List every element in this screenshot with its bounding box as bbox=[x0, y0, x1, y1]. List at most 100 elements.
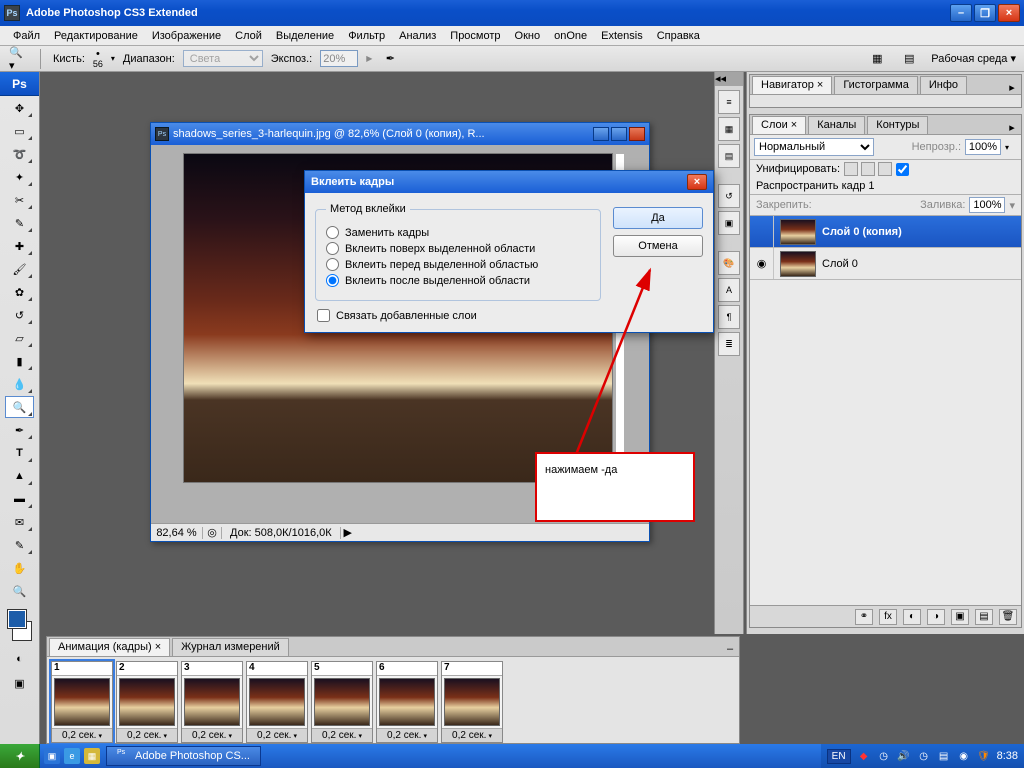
animation-frame[interactable]: 6 0,2 сек.▾ bbox=[376, 661, 438, 743]
frame-delay[interactable]: 0,2 сек.▾ bbox=[377, 728, 437, 742]
dialog-titlebar[interactable]: Вклеить кадры × bbox=[305, 171, 713, 193]
layer-mask-icon[interactable]: ◐ bbox=[903, 609, 921, 625]
layer-name[interactable]: Слой 0 bbox=[822, 258, 858, 270]
shape-tool[interactable]: ▬ bbox=[5, 488, 34, 510]
layer-visibility-toggle[interactable]: ◉ bbox=[750, 248, 774, 279]
animation-frame[interactable]: 2 0,2 сек.▾ bbox=[116, 661, 178, 743]
animation-frame[interactable]: 3 0,2 сек.▾ bbox=[181, 661, 243, 743]
tab-info[interactable]: Инфо bbox=[920, 76, 967, 94]
minimize-button[interactable]: – bbox=[950, 4, 972, 22]
marquee-tool[interactable]: ▭ bbox=[5, 120, 34, 142]
tray-icon[interactable]: ◉ bbox=[957, 749, 971, 763]
animation-frame[interactable]: 4 0,2 сек.▾ bbox=[246, 661, 308, 743]
menu-extensis[interactable]: Extensis bbox=[594, 30, 650, 42]
zoom-level[interactable]: 82,64 % bbox=[151, 527, 203, 539]
tab-paths[interactable]: Контуры bbox=[867, 116, 928, 134]
tray-shield-icon[interactable]: 🛡 bbox=[977, 749, 991, 763]
hand-tool[interactable]: ✋ bbox=[5, 557, 34, 579]
workspace-switcher-icon[interactable]: ▤ bbox=[899, 49, 919, 69]
brush-tool[interactable]: 🖌 bbox=[5, 258, 34, 280]
menu-analysis[interactable]: Анализ bbox=[392, 30, 443, 42]
animation-menu-icon[interactable]: – bbox=[723, 642, 737, 656]
layer-thumbnail[interactable] bbox=[780, 251, 816, 277]
new-layer-icon[interactable]: ▤ bbox=[975, 609, 993, 625]
tab-measurement-log[interactable]: Журнал измерений bbox=[172, 638, 289, 656]
type-tool[interactable]: T bbox=[5, 442, 34, 464]
maximize-button[interactable]: ❐ bbox=[974, 4, 996, 22]
tab-histogram[interactable]: Гистограмма bbox=[834, 76, 918, 94]
tray-icon[interactable]: ◆ bbox=[857, 749, 871, 763]
menu-layer[interactable]: Слой bbox=[228, 30, 269, 42]
clone-stamp-tool[interactable]: ✿ bbox=[5, 281, 34, 303]
frame-delay[interactable]: 0,2 сек.▾ bbox=[117, 728, 177, 742]
layers-panel-menu-icon[interactable]: ▸ bbox=[1005, 120, 1019, 134]
menu-file[interactable]: Файл bbox=[6, 30, 47, 42]
quicklaunch-ie-icon[interactable]: e bbox=[64, 748, 80, 764]
radio-paste-over[interactable] bbox=[326, 242, 339, 255]
frame-delay[interactable]: 0,2 сек.▾ bbox=[247, 728, 307, 742]
start-button[interactable]: ✦ bbox=[0, 744, 40, 768]
menu-filter[interactable]: Фильтр bbox=[341, 30, 392, 42]
animation-frame[interactable]: 7 0,2 сек.▾ bbox=[441, 661, 503, 743]
opacity-arrow-icon[interactable]: ▾ bbox=[1005, 143, 1017, 152]
language-indicator[interactable]: EN bbox=[827, 749, 851, 764]
dockbtn-2[interactable]: ▦ bbox=[718, 117, 740, 141]
frame-delay[interactable]: 0,2 сек.▾ bbox=[442, 728, 502, 742]
tray-icon[interactable]: ◷ bbox=[877, 749, 891, 763]
tray-volume-icon[interactable]: 🔊 bbox=[897, 749, 911, 763]
dockbtn-5[interactable]: ▣ bbox=[718, 211, 740, 235]
cancel-button[interactable]: Отмена bbox=[613, 235, 703, 257]
unify-position-icon[interactable] bbox=[844, 162, 858, 176]
range-select[interactable]: Света bbox=[183, 50, 263, 67]
layer-group-icon[interactable]: ▣ bbox=[951, 609, 969, 625]
layer-item[interactable]: ◉ Слой 0 bbox=[750, 248, 1021, 280]
link-layers-icon[interactable]: ⚭ bbox=[855, 609, 873, 625]
dockbtn-1[interactable]: ≡ bbox=[718, 90, 740, 114]
bridge-icon[interactable]: ▦ bbox=[867, 49, 887, 69]
propagate-checkbox[interactable] bbox=[896, 163, 909, 176]
menu-select[interactable]: Выделение bbox=[269, 30, 341, 42]
history-brush-tool[interactable]: ↺ bbox=[5, 304, 34, 326]
brush-dropdown-icon[interactable]: ▾ bbox=[111, 54, 115, 63]
notes-tool[interactable]: ✉ bbox=[5, 511, 34, 533]
unify-style-icon[interactable] bbox=[878, 162, 892, 176]
fill-input[interactable] bbox=[969, 197, 1005, 213]
color-swatches[interactable] bbox=[6, 608, 33, 642]
tab-navigator[interactable]: Навигатор × bbox=[752, 76, 832, 94]
dockbtn-8[interactable]: ¶ bbox=[718, 305, 740, 329]
dockbtn-3[interactable]: ▤ bbox=[718, 144, 740, 168]
quicklaunch-desktop-icon[interactable]: ▣ bbox=[44, 748, 60, 764]
dialog-close-button[interactable]: × bbox=[687, 174, 707, 190]
eyedropper-tool[interactable]: ✎ bbox=[5, 534, 34, 556]
doc-close-button[interactable] bbox=[629, 127, 645, 141]
quicklaunch-tc-icon[interactable]: ▦ bbox=[84, 748, 100, 764]
airbrush-icon[interactable]: ✒ bbox=[380, 49, 400, 69]
dockbtn-4[interactable]: ↺ bbox=[718, 184, 740, 208]
dock-collapse-arrow-icon[interactable]: ◂◂ bbox=[715, 72, 743, 86]
path-select-tool[interactable]: ▲ bbox=[5, 465, 34, 487]
adjustment-layer-icon[interactable]: ◑ bbox=[927, 609, 945, 625]
animation-frame[interactable]: 1 0,2 сек.▾ bbox=[51, 661, 113, 743]
quickmask-toggle[interactable]: ◐ bbox=[5, 648, 34, 670]
layer-name[interactable]: Слой 0 (копия) bbox=[822, 226, 902, 238]
radio-replace-frames[interactable] bbox=[326, 226, 339, 239]
radio-paste-after[interactable] bbox=[326, 274, 339, 287]
exposure-input[interactable] bbox=[320, 50, 358, 67]
tray-network-icon[interactable]: ▤ bbox=[937, 749, 951, 763]
menu-help[interactable]: Справка bbox=[650, 30, 707, 42]
frame-delay[interactable]: 0,2 сек.▾ bbox=[182, 728, 242, 742]
tab-layers[interactable]: Слои × bbox=[752, 116, 806, 134]
layer-visibility-toggle[interactable] bbox=[750, 216, 774, 247]
radio-paste-before[interactable] bbox=[326, 258, 339, 271]
doc-size-info[interactable]: Док: 508,0К/1016,0К bbox=[221, 527, 341, 539]
menu-view[interactable]: Просмотр bbox=[443, 30, 507, 42]
doc-info-icon[interactable]: ◎ bbox=[203, 526, 221, 539]
blend-mode-select[interactable]: Нормальный bbox=[754, 138, 874, 156]
lasso-tool[interactable]: ➰ bbox=[5, 143, 34, 165]
dodge-tool[interactable]: 🔍 bbox=[5, 396, 34, 418]
foreground-color-swatch[interactable] bbox=[8, 610, 26, 628]
layer-item[interactable]: Слой 0 (копия) bbox=[750, 216, 1021, 248]
animation-frame[interactable]: 5 0,2 сек.▾ bbox=[311, 661, 373, 743]
link-layers-checkbox[interactable] bbox=[317, 309, 330, 322]
magic-wand-tool[interactable]: ✦ bbox=[5, 166, 34, 188]
